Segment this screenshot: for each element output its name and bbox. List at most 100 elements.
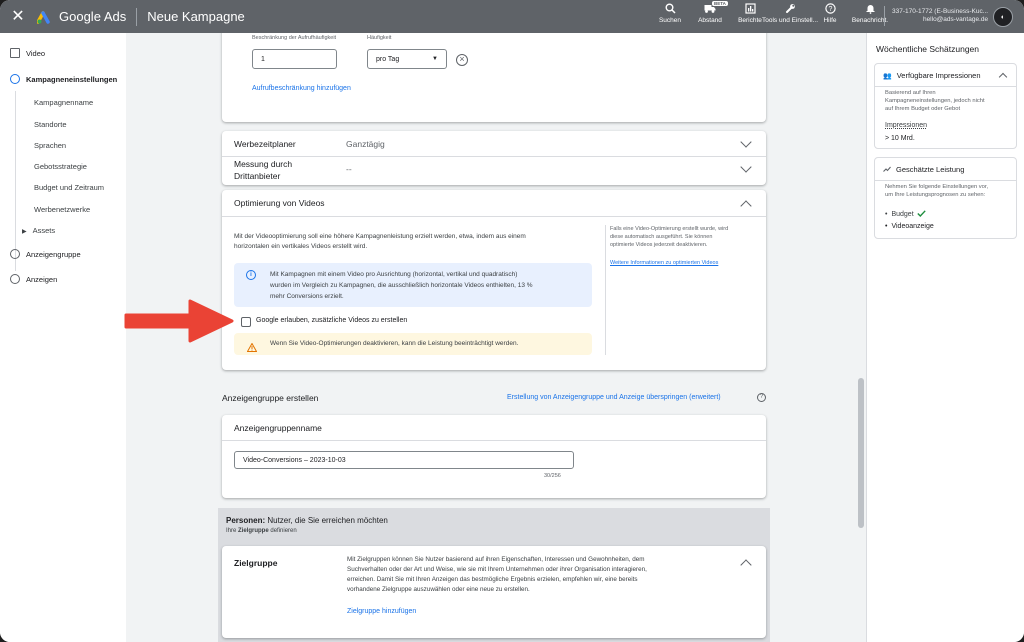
ad-group-name-input[interactable]: Video-Conversions – 2023-10-03 [234,451,574,469]
limit-input[interactable]: 1 [252,49,337,69]
chevron-down-icon [740,136,752,148]
side-line-2: diese automatisch ausgeführt. Sie können [610,234,713,240]
toolbar: Suchen BETA Abstand Berichte Tools und E… [650,0,890,33]
allow-extra-videos-label[interactable]: Google erlauben, zusätzliche Videos zu e… [256,317,407,324]
impressions-description: Basierend auf Ihren Kampagneneinstellung… [885,89,985,113]
search-icon [665,3,676,17]
nav-sub-networks[interactable]: Werbenetzwerke [34,205,90,214]
account-info[interactable]: 337-170-1772 (E-Business-Kuc... hello@ad… [892,8,988,24]
audience-card: Zielgruppe Mit Zielgruppen können Sie Nu… [222,546,766,638]
title-separator [136,7,138,26]
ad-group-section-title: Anzeigengruppe erstellen [222,393,319,403]
nav-item-ad-group[interactable]: Anzeigengruppe [0,249,81,259]
dropdown-arrow-icon: ▼ [432,56,438,62]
frequency-select[interactable]: pro Tag ▼ [367,49,447,69]
header-divider [222,216,766,217]
audience-desc-line-1: Mit Zielgruppen können Sie Nutzer basier… [347,556,645,563]
schedule-row[interactable]: Werbezeitplaner Ganztägig [222,131,766,156]
nav-sub-locations[interactable]: Standorte [34,120,67,129]
abstand-button[interactable]: BETA Abstand [690,0,730,33]
frequency-value: pro Tag [376,55,400,63]
header-divider [222,440,766,441]
abstand-label: Abstand [698,17,722,24]
add-frequency-link[interactable]: Aufrufbeschränkung hinzufügen [252,85,351,92]
perf-item-budget: • Budget [885,210,926,219]
chevron-up-icon[interactable] [740,200,752,212]
help-icon: ? [824,3,836,17]
top-bar: ✕ Google Ads Neue Kampagne Suchen BETA A… [0,0,1024,33]
perf-item-video-ad-label: Videoanzeige [891,223,934,230]
tools-settings-button[interactable]: Tools und Einstell... [762,0,818,33]
main-scrollbar[interactable] [858,378,864,528]
weekly-estimates-panel: Wöchentliche Schätzungen 👥 Verfügbare Im… [866,33,1024,642]
perf-item-budget-label: Budget [891,211,914,218]
add-audience-link[interactable]: Zielgruppe hinzufügen [347,608,416,615]
people-sub-pre: Ihre [226,528,239,534]
frequency-label: Häufigkeit [367,35,392,41]
people-section: Personen: Nutzer, die Sie erreichen möch… [218,508,770,642]
ad-group-name-label: Anzeigengruppenname [234,423,322,433]
people-sub-post: definieren [268,528,297,534]
remove-icon[interactable]: × [456,54,468,66]
limit-label: Beschränkung der Aufrufhäufigkeit [252,35,337,41]
perf-desc-line-2: um Ihre Leistungsprognosen zu sehen: [885,192,986,198]
nav-ad-group-label: Anzeigengruppe [26,249,81,259]
wrench-icon [785,3,796,17]
search-button[interactable]: Suchen [650,0,690,33]
performance-card: Geschätzte Leistung Nehmen Sie folgende … [874,157,1017,239]
nav-video-label: Video [26,48,46,58]
measurement-title-line-1: Messung durch [234,159,293,169]
impressions-header[interactable]: 👥 Verfügbare Impressionen [883,71,981,80]
chevron-up-icon[interactable] [998,72,1008,82]
nav-assets-label: Assets [32,226,56,235]
nav-sub-campaign-name[interactable]: Kampagnenname [34,98,93,107]
nav-sub-bid-strategy[interactable]: Gebotsstrategie [34,162,87,171]
svg-text:?: ? [828,6,832,13]
nav-item-ads[interactable]: Anzeigen [0,274,57,284]
nav-item-video[interactable]: Video [0,48,45,58]
allow-extra-videos-checkbox[interactable] [241,317,251,327]
search-label: Suchen [658,17,682,24]
impressions-label[interactable]: Impressionen [885,122,927,129]
impressions-title: Verfügbare Impressionen [896,71,981,80]
performance-description: Nehmen Sie folgende Einstellungen vor, u… [885,183,988,199]
reports-label: Berichte [738,17,762,24]
people-subtitle: Ihre Zielgruppe definieren [226,528,297,534]
limit-value: 1 [261,55,265,63]
trend-icon [883,165,891,174]
people-title: Personen: Nutzer, die Sie erreichen möch… [226,516,388,525]
measurement-row[interactable]: Messung durch Drittanbieter -- [222,156,766,185]
step-circle-icon [10,249,20,259]
skip-ad-group-link[interactable]: Erstellung von Anzeigengruppe und Anzeig… [507,394,721,401]
panel-title: Wöchentliche Schätzungen [876,44,980,54]
nav-sub-budget[interactable]: Budget und Zeitraum [34,183,104,192]
info-line-3: mehr Conversions erzielt. [270,293,344,300]
step-circle-icon [10,74,20,84]
nav-campaign-settings-label: Kampagneneinstellungen [26,74,118,84]
impressions-value: > 10 Mrd. [885,135,915,142]
avatar-glyph: ◐ [1000,13,1006,21]
nav-sub-languages[interactable]: Sprachen [34,141,66,150]
schedule-title: Werbezeitplaner [234,139,296,149]
ad-group-name-card: Anzeigengruppenname Video-Conversions – … [222,415,766,498]
bell-icon [865,3,876,17]
avatar[interactable]: ◐ [993,7,1013,27]
learn-more-link[interactable]: Weitere Informationen zu optimierten Vid… [610,260,718,266]
imp-desc-line-3: auf Ihrem Budget oder Gebot [885,106,961,112]
audience-desc-line-3: erreichen. Damit Sie mit Ihren Anzeigen … [347,576,638,583]
help-button[interactable]: ? Hilfe [810,0,850,33]
notifications-label: Benachricht. [851,17,889,24]
nav-sub-assets[interactable]: ▶ Assets [22,226,55,235]
video-opt-title: Optimierung von Videos [234,198,325,208]
close-icon[interactable]: ✕ [9,8,27,26]
nav-item-campaign-settings[interactable]: Kampagneneinstellungen [0,74,117,84]
beta-badge: BETA [712,1,728,6]
performance-header: Geschätzte Leistung [883,165,964,174]
info-line-2: wurden im Vergleich zu Kampagnen, die au… [270,282,533,289]
people-title-bold: Personen: [226,516,266,525]
chevron-up-icon[interactable] [740,559,752,571]
frequency-card: Beschränkung der Aufrufhäufigkeit Häufig… [222,33,766,122]
help-label: Hilfe [823,17,837,24]
help-icon[interactable]: ? [757,393,766,402]
app-window: ✕ Google Ads Neue Kampagne Suchen BETA A… [0,0,1024,642]
